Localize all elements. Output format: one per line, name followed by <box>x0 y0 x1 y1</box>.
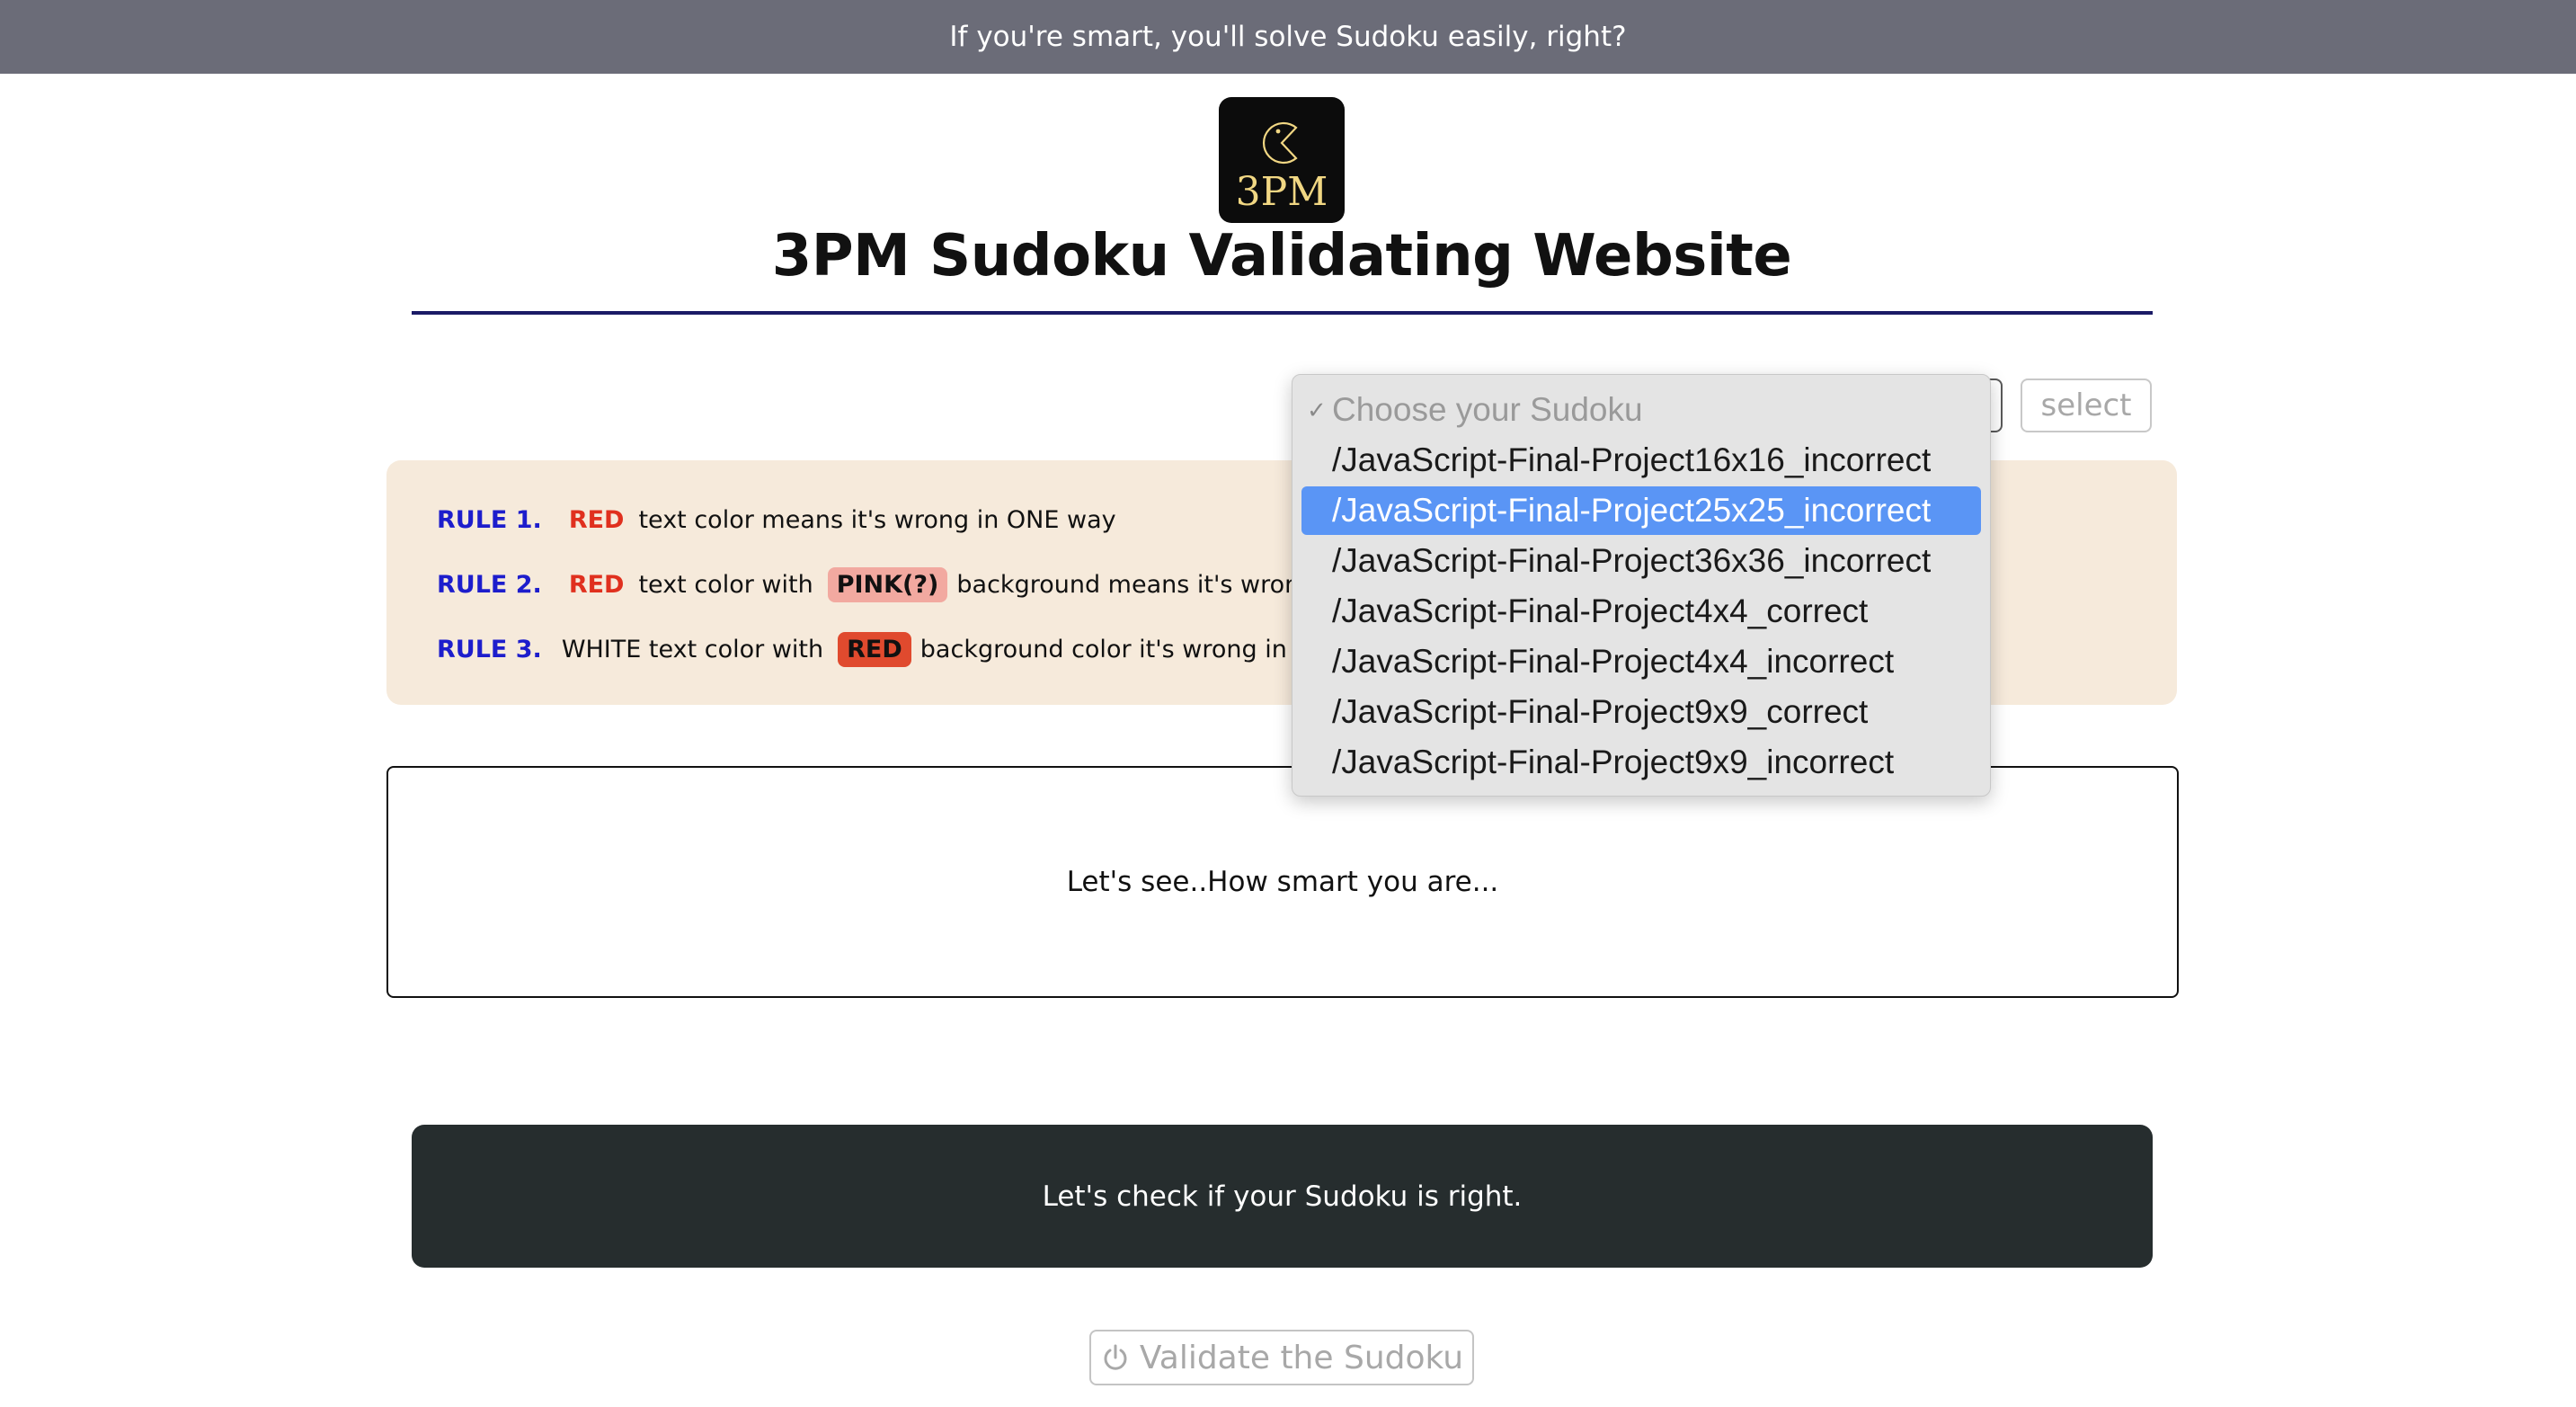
select-button[interactable]: select <box>2021 378 2152 432</box>
dropdown-option[interactable]: /JavaScript-Final-Project9x9_correct <box>1301 688 1981 736</box>
dropdown-option[interactable]: /JavaScript-Final-Project9x9_incorrect <box>1301 738 1981 787</box>
validate-button[interactable]: Validate the Sudoku <box>1089 1330 1474 1385</box>
rule-1: RULE 1. RED text color means it's wrong … <box>437 500 1122 539</box>
sudoku-display: Let's see..How smart you are... <box>386 766 2179 998</box>
option-label: Choose your Sudoku <box>1332 391 1643 428</box>
logo: 3PM <box>1219 97 1345 223</box>
validate-button-label: Validate the Sudoku <box>1139 1339 1464 1376</box>
dropdown-option[interactable]: /JavaScript-Final-Project16x16_incorrect <box>1301 436 1981 485</box>
rule-3: RULE 3. WHITE text color with RED backgr… <box>437 629 1344 669</box>
option-label: /JavaScript-Final-Project36x36_incorrect <box>1332 542 1932 579</box>
rule-number: RULE 1. <box>437 505 542 534</box>
rule-red-word: RED <box>568 505 625 534</box>
top-banner-text: If you're smart, you'll solve Sudoku eas… <box>949 21 1627 53</box>
dropdown-option-highlighted[interactable]: /JavaScript-Final-Project25x25_incorrect <box>1301 486 1981 535</box>
pink-chip: PINK(?) <box>827 566 948 602</box>
rule-red-word: RED <box>568 570 625 599</box>
dropdown-option-placeholder[interactable]: ✓ Choose your Sudoku <box>1301 386 1981 434</box>
top-banner: If you're smart, you'll solve Sudoku eas… <box>0 0 2576 74</box>
sudoku-dropdown-list[interactable]: ✓ Choose your Sudoku /JavaScript-Final-P… <box>1292 374 1991 797</box>
option-label: /JavaScript-Final-Project25x25_incorrect <box>1332 492 1932 529</box>
option-label: /JavaScript-Final-Project4x4_incorrect <box>1332 643 1895 680</box>
option-label: /JavaScript-Final-Project9x9_correct <box>1332 693 1869 730</box>
power-icon <box>1104 1344 1127 1370</box>
dropdown-option[interactable]: /JavaScript-Final-Project4x4_correct <box>1301 587 1981 636</box>
rule-text: background color it's wrong in ALL <box>919 635 1338 663</box>
rule-text: text color with <box>638 570 813 599</box>
page-title: 3PM Sudoku Validating Website <box>771 223 1792 289</box>
rule-number: RULE 2. <box>437 570 542 599</box>
rule-2: RULE 2. RED text color with PINK(?) back… <box>437 565 1373 604</box>
message-text: Let's see..How smart you are... <box>1066 866 1499 898</box>
red-chip: RED <box>838 631 911 667</box>
rule-text: WHITE text color with <box>561 635 824 663</box>
pacman-icon: 3PM <box>1236 121 1328 215</box>
rule-text: text color means it's wrong in ONE way <box>638 505 1116 534</box>
option-label: /JavaScript-Final-Project9x9_incorrect <box>1332 744 1895 780</box>
option-label: /JavaScript-Final-Project16x16_incorrect <box>1332 441 1932 478</box>
dropdown-option[interactable]: /JavaScript-Final-Project36x36_incorrect <box>1301 537 1981 585</box>
check-banner-text: Let's check if your Sudoku is right. <box>1042 1180 1523 1213</box>
option-label: /JavaScript-Final-Project4x4_correct <box>1332 592 1869 629</box>
dropdown-option[interactable]: /JavaScript-Final-Project4x4_incorrect <box>1301 637 1981 686</box>
checkmark-icon: ✓ <box>1307 396 1327 423</box>
logo-text: 3PM <box>1236 169 1328 215</box>
rule-number: RULE 3. <box>437 635 542 663</box>
title-divider <box>412 311 2153 315</box>
check-banner: Let's check if your Sudoku is right. <box>412 1125 2153 1268</box>
